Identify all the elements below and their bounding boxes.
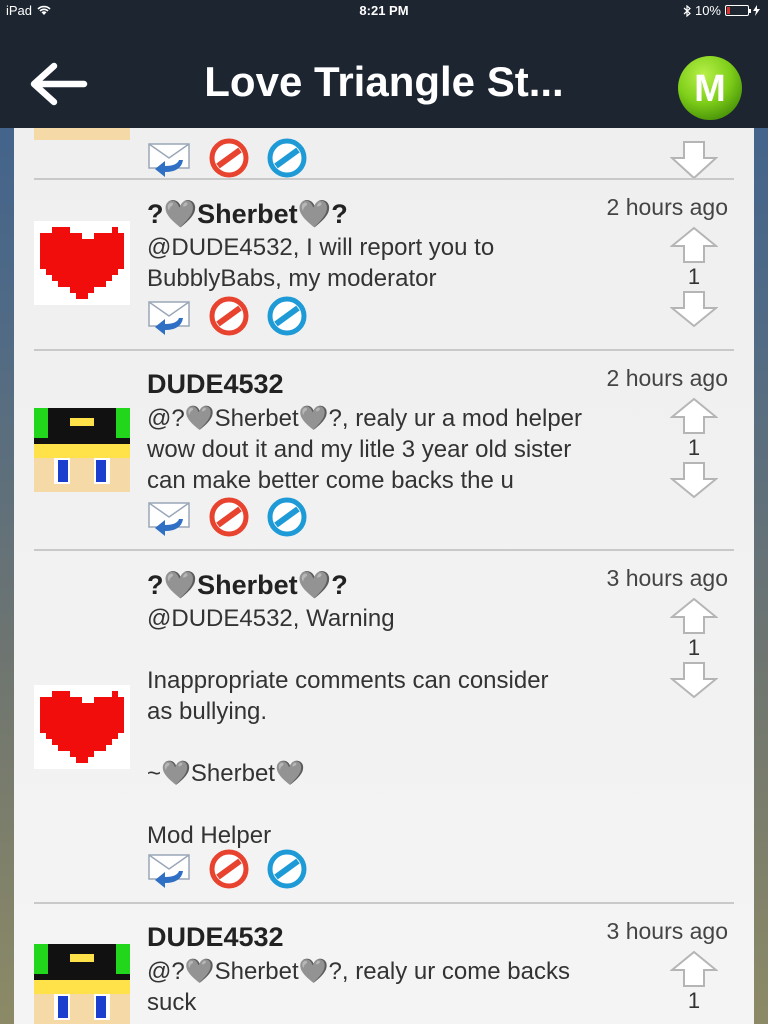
comment-text: @?🩶Sherbet🩶?, realy ur a mod helper wow … bbox=[147, 405, 582, 494]
comment-time: 3 hours ago bbox=[606, 565, 728, 591]
upvote-arrow-icon[interactable] bbox=[670, 397, 718, 435]
report-block-icon[interactable] bbox=[209, 497, 249, 537]
pixel-boy-avatar bbox=[34, 408, 130, 492]
vote-control: 1 bbox=[670, 597, 718, 699]
vote-count: 1 bbox=[687, 988, 701, 1013]
page-title: Love Triangle St... bbox=[204, 58, 564, 105]
pixel-boy-avatar bbox=[34, 128, 130, 140]
comment-text: @DUDE4532, Warning Inappropriate comment… bbox=[147, 605, 549, 849]
vote-control: 1 bbox=[670, 226, 718, 328]
vote-control: 1 bbox=[670, 950, 718, 1014]
downvote-arrow-icon[interactable] bbox=[670, 461, 718, 499]
battery-icon bbox=[725, 5, 751, 16]
status-time: 8:21 PM bbox=[359, 3, 409, 18]
comment-item: DUDE4532 3 hours ago @?🩶Sherbet🩶?, realy… bbox=[34, 904, 734, 1024]
comment-text: @?🩶Sherbet🩶?, realy ur come backs suck bbox=[147, 958, 570, 1016]
comment-author[interactable]: ?🩶Sherbet🩶? bbox=[147, 198, 348, 230]
vote-count: 1 bbox=[687, 635, 701, 660]
app-logo-icon[interactable]: M bbox=[677, 55, 743, 121]
block-user-icon[interactable] bbox=[267, 497, 307, 537]
downvote-arrow-icon[interactable] bbox=[670, 661, 718, 699]
report-block-icon[interactable] bbox=[209, 138, 249, 178]
comment-author[interactable]: DUDE4532 bbox=[147, 922, 284, 953]
back-arrow-icon[interactable] bbox=[28, 62, 88, 106]
vote-control: 1 bbox=[670, 397, 718, 499]
comment-text: @DUDE4532, I will report you to BubblyBa… bbox=[147, 234, 495, 292]
svg-text:M: M bbox=[694, 68, 726, 110]
vote-count: 1 bbox=[687, 264, 701, 289]
comment-author[interactable]: ?🩶Sherbet🩶? bbox=[147, 569, 348, 601]
status-bar: iPad 8:21 PM 10% bbox=[0, 0, 768, 22]
upvote-arrow-icon[interactable] bbox=[670, 226, 718, 264]
reply-envelope-icon[interactable] bbox=[147, 138, 191, 178]
upvote-arrow-icon[interactable] bbox=[670, 597, 718, 635]
navigation-bar: Love Triangle St... M bbox=[0, 22, 768, 128]
block-user-icon[interactable] bbox=[267, 138, 307, 178]
heart-avatar bbox=[34, 221, 130, 305]
block-user-icon[interactable] bbox=[267, 849, 307, 889]
battery-percent: 10% bbox=[694, 3, 721, 18]
reply-envelope-icon[interactable] bbox=[147, 497, 191, 537]
comment-time: 3 hours ago bbox=[606, 918, 728, 944]
comment-item: DUDE4532 2 hours ago @?🩶Sherbet🩶?, realy… bbox=[34, 351, 734, 551]
heart-avatar bbox=[34, 685, 130, 769]
downvote-arrow-icon[interactable] bbox=[670, 290, 718, 328]
comment-author[interactable]: DUDE4532 bbox=[147, 369, 284, 400]
block-user-icon[interactable] bbox=[267, 296, 307, 336]
report-block-icon[interactable] bbox=[209, 849, 249, 889]
reply-envelope-icon[interactable] bbox=[147, 296, 191, 336]
comment-item: ?🩶Sherbet🩶? 3 hours ago @DUDE4532, Warni… bbox=[34, 551, 734, 901]
downvote-arrow-icon[interactable] bbox=[670, 140, 718, 180]
vote-count: 1 bbox=[687, 435, 701, 460]
bluetooth-icon bbox=[683, 4, 691, 17]
pixel-boy-avatar bbox=[34, 944, 130, 1024]
reply-envelope-icon[interactable] bbox=[147, 849, 191, 889]
charging-icon bbox=[753, 5, 760, 16]
comment-time: 2 hours ago bbox=[606, 365, 728, 391]
upvote-arrow-icon[interactable] bbox=[670, 950, 718, 988]
comment-time: 2 hours ago bbox=[606, 194, 728, 220]
report-block-icon[interactable] bbox=[209, 296, 249, 336]
comment-item: ?🩶Sherbet🩶? 2 hours ago @DUDE4532, I wil… bbox=[34, 180, 734, 350]
comments-panel[interactable]: ?🩶Sherbet🩶? 2 hours ago @DUDE4532, I wil… bbox=[14, 128, 754, 1024]
